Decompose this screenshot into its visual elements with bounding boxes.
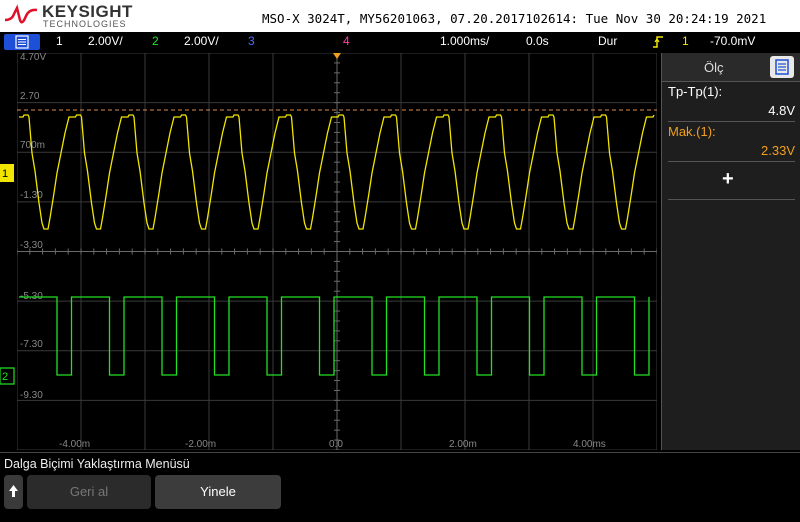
softkey-menu: Dalga Biçimi Yaklaştırma Menüsü Geri al … bbox=[0, 452, 800, 513]
time-axis-label: 2.00m bbox=[449, 439, 477, 450]
waveform-display[interactable]: 4.70V2.70700m-1.30-3.30-5.30-7.30-9.30 -… bbox=[17, 53, 657, 450]
volt-axis-label: -3.30 bbox=[20, 240, 43, 251]
volt-axis-label: 700m bbox=[20, 140, 45, 151]
ch2-number[interactable]: 2 bbox=[152, 34, 159, 48]
volt-axis-label: 2.70 bbox=[20, 91, 40, 102]
time-axis-label: 0.0 bbox=[329, 439, 343, 450]
measure-tab[interactable]: Ölç bbox=[704, 60, 724, 75]
ch3-number[interactable]: 3 bbox=[248, 34, 255, 48]
add-measurement-button[interactable]: + bbox=[722, 168, 734, 191]
arrow-up-icon bbox=[9, 485, 18, 497]
measurement-tab-bar: Ölç bbox=[662, 53, 800, 82]
time-axis-label: -4.00m bbox=[59, 439, 90, 450]
time-delay[interactable]: 0.0s bbox=[526, 34, 549, 48]
ch4-number[interactable]: 4 bbox=[343, 34, 350, 48]
timebase-scale[interactable]: 1.000ms/ bbox=[440, 34, 489, 48]
document-icon bbox=[775, 59, 789, 75]
ch1-ground-marker[interactable]: 1 bbox=[0, 164, 14, 182]
title-bar: KEYSIGHT TECHNOLOGIES MSO-X 3024T, MY562… bbox=[0, 0, 800, 32]
time-axis-label: -2.00m bbox=[185, 439, 216, 450]
meas-max-label: Mak.(1): bbox=[668, 124, 716, 139]
trigger-source[interactable]: 1 bbox=[682, 34, 689, 48]
volt-axis-label: 4.70V bbox=[20, 53, 46, 63]
ch2-marker-label: 2 bbox=[2, 371, 8, 383]
meas-divider bbox=[668, 121, 795, 122]
undo-softkey[interactable]: Geri al bbox=[27, 475, 151, 509]
ch2-scale[interactable]: 2.00V/ bbox=[184, 34, 219, 48]
time-axis-label: 4.00ms bbox=[573, 439, 606, 450]
meas-pkpk-value: 4.8V bbox=[768, 103, 795, 118]
meas-divider bbox=[668, 161, 795, 162]
measurement-panel: Ölç Tp-Tp(1): 4.8V Mak.(1): 2.33V + bbox=[661, 53, 800, 450]
channel-status-bar: 1 2.00V/ 2 2.00V/ 3 4 1.000ms/ 0.0s Dur … bbox=[0, 32, 800, 52]
ch1-marker-label: 1 bbox=[2, 168, 8, 180]
menu-title: Dalga Biçimi Yaklaştırma Menüsü bbox=[4, 457, 190, 471]
redo-softkey[interactable]: Yinele bbox=[155, 475, 281, 509]
volt-axis-label: -7.30 bbox=[20, 339, 43, 350]
trigger-mode[interactable]: Dur bbox=[598, 34, 617, 48]
volt-axis-label: -9.30 bbox=[20, 390, 43, 401]
menu-icon bbox=[15, 35, 29, 49]
volt-axis-label: -1.30 bbox=[20, 190, 43, 201]
panel-menu-button[interactable] bbox=[770, 56, 794, 78]
brand-sub: TECHNOLOGIES bbox=[43, 19, 127, 29]
channel-marker-strip: 1 2 bbox=[0, 164, 15, 385]
meas-max-value: 2.33V bbox=[761, 143, 795, 158]
ch1-number[interactable]: 1 bbox=[56, 34, 63, 48]
meas-pkpk-label: Tp-Tp(1): bbox=[668, 84, 723, 99]
ch2-ground-marker[interactable]: 2 bbox=[0, 367, 15, 385]
instrument-title: MSO-X 3024T, MY56201063, 07.20.201710261… bbox=[262, 11, 767, 26]
meas-divider bbox=[668, 199, 795, 200]
ch1-scale[interactable]: 2.00V/ bbox=[88, 34, 123, 48]
main-menu-button[interactable] bbox=[4, 34, 40, 50]
trigger-level[interactable]: -70.0mV bbox=[710, 34, 755, 48]
keysight-logo-icon bbox=[4, 4, 38, 24]
menu-back-button[interactable] bbox=[4, 475, 23, 509]
trigger-edge-icon bbox=[653, 36, 663, 48]
